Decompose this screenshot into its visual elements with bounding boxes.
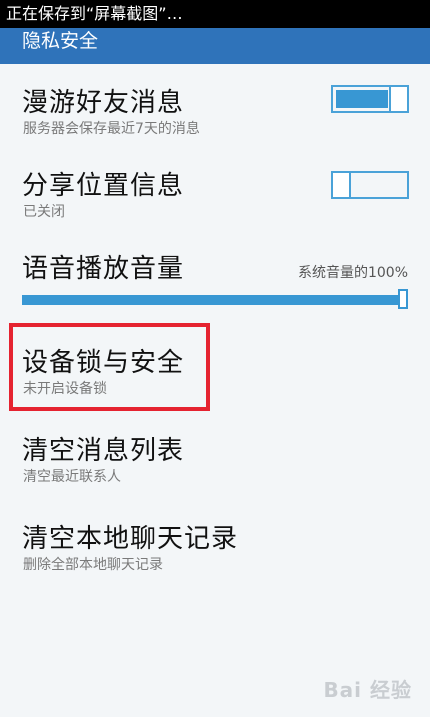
status-bar: 正在保存到“屏幕截图”… [0, 0, 430, 28]
share-location-toggle[interactable] [331, 171, 409, 199]
setting-subtitle: 未开启设备锁 [23, 381, 107, 397]
setting-share-location[interactable]: 分享位置信息 已关闭 [0, 165, 430, 225]
toggle-knob [389, 85, 409, 113]
slider-knob[interactable] [398, 289, 408, 309]
setting-subtitle: 删除全部本地聊天记录 [23, 557, 163, 573]
toggle-knob [331, 171, 351, 199]
setting-title: 清空本地聊天记录 [22, 524, 239, 554]
setting-clear-message-list[interactable]: 清空消息列表 清空最近联系人 [0, 430, 430, 490]
page-title: 隐私安全 [22, 30, 99, 52]
setting-roaming-messages[interactable]: 漫游好友消息 服务器会保存最近7天的消息 [0, 82, 430, 142]
setting-title: 设备锁与安全 [22, 348, 185, 378]
setting-title: 语音播放音量 [22, 254, 185, 284]
status-bar-text: 正在保存到“屏幕截图”… [6, 4, 183, 23]
setting-device-lock[interactable]: 设备锁与安全 未开启设备锁 [0, 342, 430, 402]
slider-fill [22, 295, 398, 305]
volume-label: 系统音量的100% [297, 265, 408, 281]
setting-title: 分享位置信息 [22, 171, 185, 201]
setting-title: 清空消息列表 [22, 436, 185, 466]
volume-slider[interactable] [22, 289, 408, 309]
setting-subtitle: 清空最近联系人 [23, 469, 121, 485]
setting-clear-chat-history[interactable]: 清空本地聊天记录 删除全部本地聊天记录 [0, 518, 430, 578]
roaming-messages-toggle[interactable] [331, 85, 409, 113]
watermark: Bai 经验 [323, 678, 412, 702]
setting-subtitle: 已关闭 [23, 204, 65, 220]
setting-title: 漫游好友消息 [22, 88, 185, 118]
setting-voice-volume: 语音播放音量 系统音量的100% [0, 248, 430, 318]
setting-subtitle: 服务器会保存最近7天的消息 [23, 121, 200, 137]
toggle-fill [336, 90, 388, 108]
